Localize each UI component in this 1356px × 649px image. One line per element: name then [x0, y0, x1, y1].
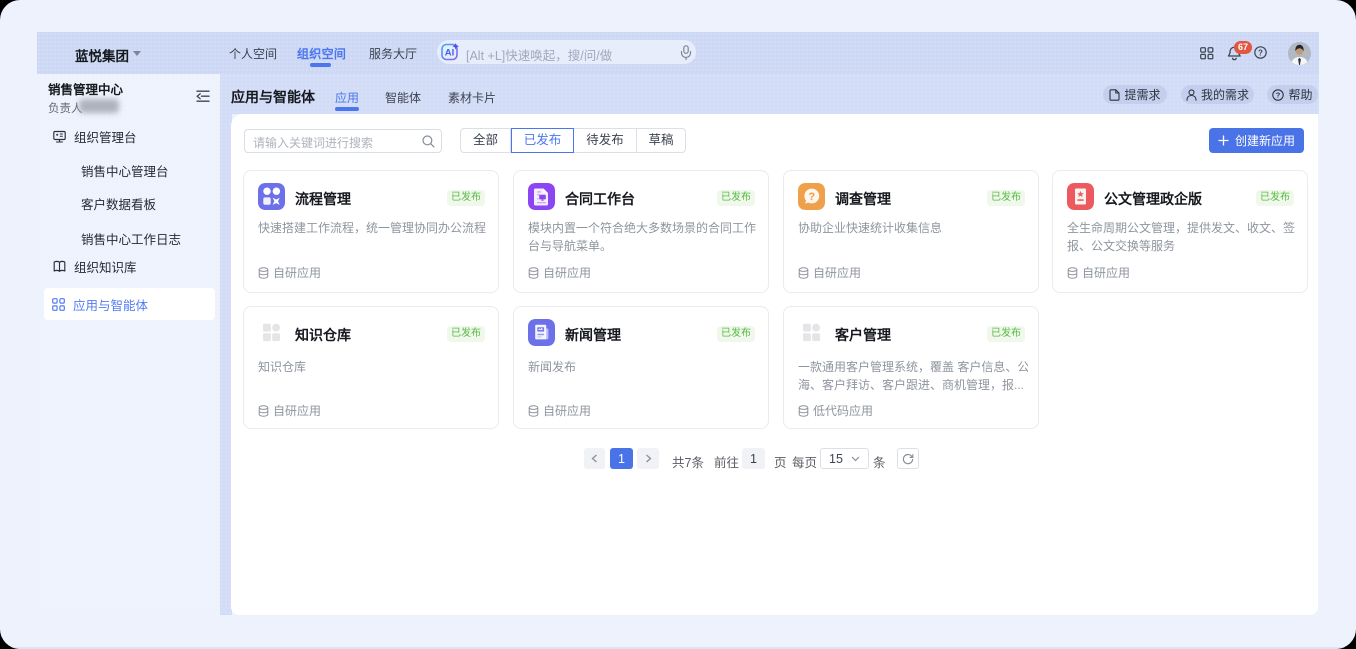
svg-text:?: ?	[808, 191, 815, 203]
svg-text:?: ?	[1276, 90, 1281, 99]
svg-text:?: ?	[1258, 48, 1263, 57]
svg-text:AI: AI	[445, 48, 455, 59]
